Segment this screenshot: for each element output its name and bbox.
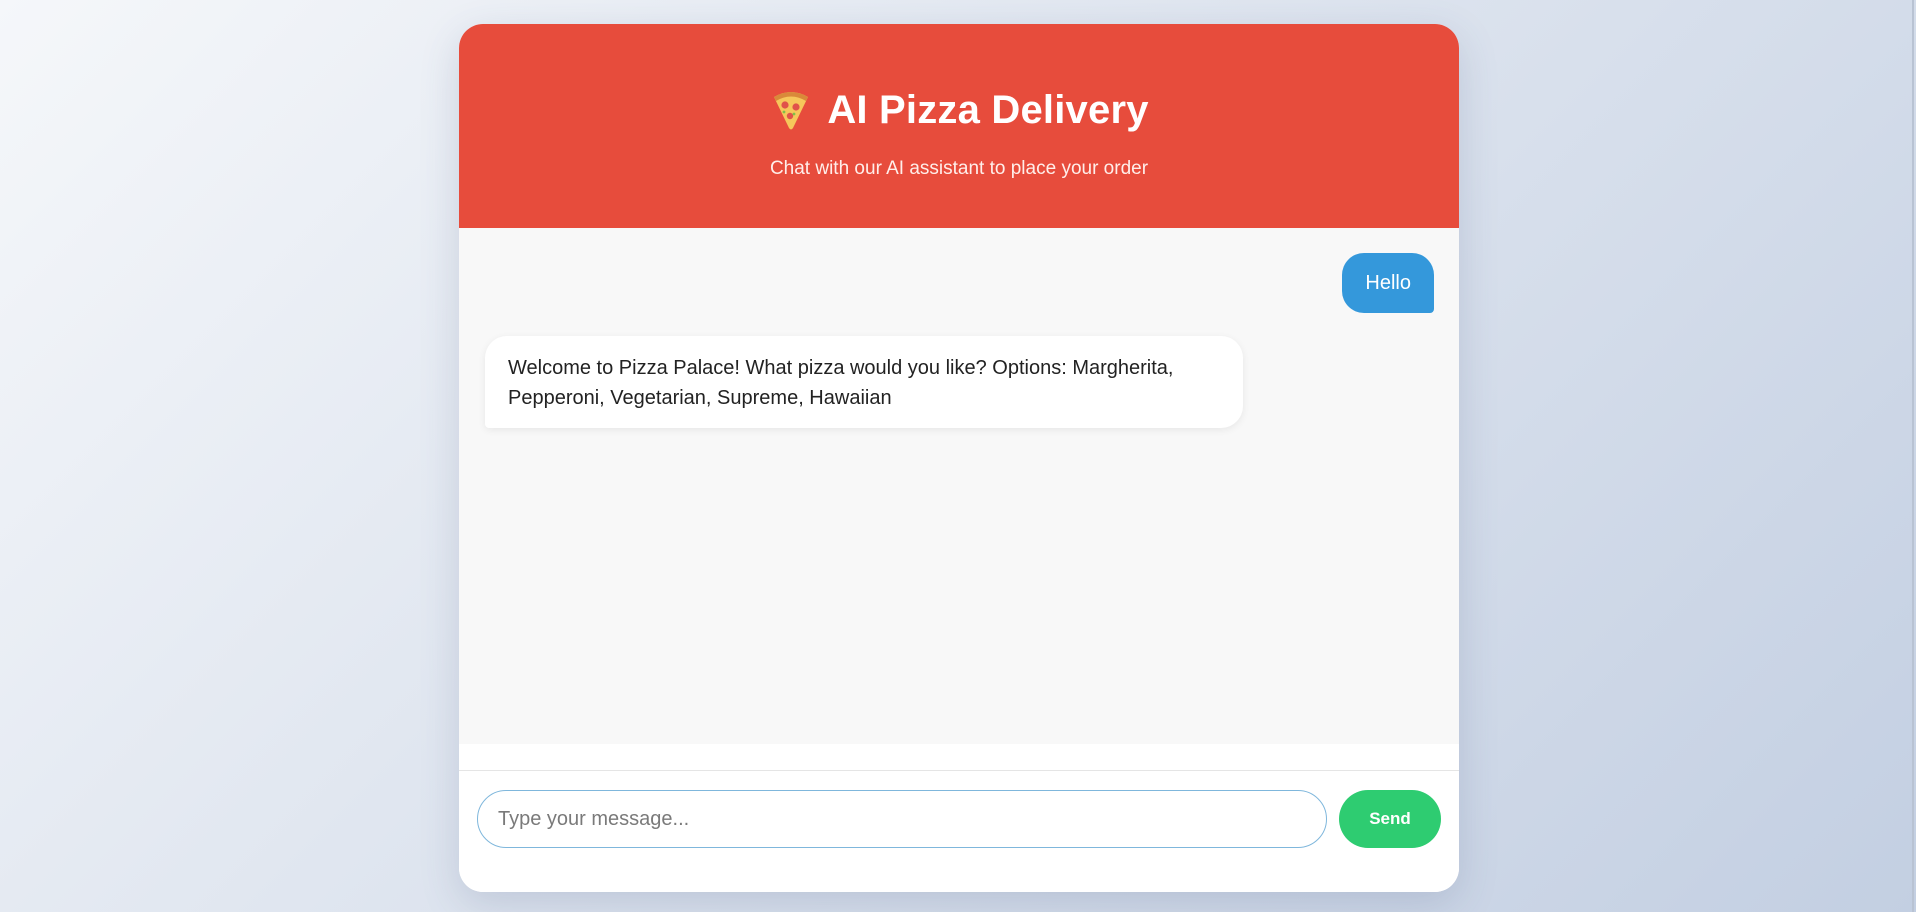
chat-messages[interactable]: Hello Welcome to Pizza Palace! What pizz… (459, 228, 1459, 744)
chat-card: AI Pizza Delivery Chat with our AI assis… (459, 24, 1459, 892)
user-message: Hello (1342, 253, 1434, 313)
pizza-icon (769, 88, 813, 132)
send-button[interactable]: Send (1339, 790, 1441, 848)
page-subtitle: Chat with our AI assistant to place your… (769, 158, 1149, 179)
bot-message: Welcome to Pizza Palace! What pizza woul… (485, 336, 1243, 428)
title-row: AI Pizza Delivery (459, 80, 1459, 140)
input-area: Send (459, 771, 1459, 892)
message-input[interactable] (477, 790, 1327, 848)
page-title: AI Pizza Delivery (827, 87, 1149, 132)
chat-header: AI Pizza Delivery Chat with our AI assis… (459, 24, 1459, 228)
page-scrollbar[interactable] (1912, 0, 1914, 912)
